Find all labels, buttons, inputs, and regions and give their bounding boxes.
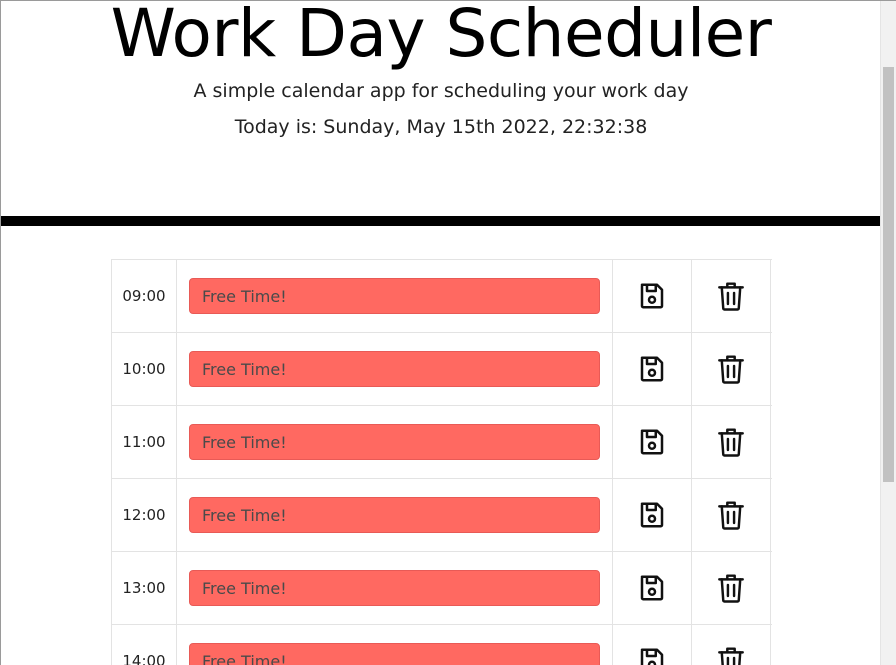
floppy-disk-icon — [640, 356, 664, 382]
vertical-scrollbar[interactable] — [880, 1, 896, 665]
delete-cell — [692, 625, 771, 665]
page-header: Work Day Scheduler A simple calendar app… — [1, 1, 881, 227]
browser-viewport: Work Day Scheduler A simple calendar app… — [0, 0, 896, 665]
task-cell — [177, 479, 613, 551]
save-cell — [613, 552, 692, 624]
task-input[interactable] — [189, 278, 600, 314]
schedule-row: 11:00 — [112, 406, 772, 479]
page-title: Work Day Scheduler — [110, 1, 772, 72]
floppy-disk-icon — [640, 283, 664, 309]
floppy-disk-icon — [640, 575, 664, 601]
save-cell — [613, 479, 692, 551]
header-divider — [1, 216, 881, 226]
save-cell — [613, 260, 692, 332]
delete-button[interactable] — [711, 276, 751, 316]
task-cell — [177, 406, 613, 478]
floppy-disk-icon — [640, 648, 664, 665]
delete-button[interactable] — [711, 349, 751, 389]
trash-can-icon — [718, 501, 744, 530]
task-input[interactable] — [189, 497, 600, 533]
save-button[interactable] — [632, 422, 672, 462]
floppy-disk-icon — [640, 429, 664, 455]
save-button[interactable] — [632, 495, 672, 535]
save-cell — [613, 625, 692, 665]
hour-label: 10:00 — [112, 333, 177, 405]
schedule-row: 13:00 — [112, 552, 772, 625]
schedule-table: 09:00 Free Time! 10:00 Free Time! 11:00 … — [111, 259, 772, 665]
delete-cell — [692, 260, 771, 332]
task-input[interactable] — [189, 424, 600, 460]
trash-can-icon — [718, 574, 744, 603]
trash-can-icon — [718, 647, 744, 665]
delete-button[interactable] — [711, 568, 751, 608]
delete-cell — [692, 333, 771, 405]
delete-cell — [692, 406, 771, 478]
task-cell — [177, 625, 613, 665]
save-cell — [613, 333, 692, 405]
save-button[interactable] — [632, 349, 672, 389]
hour-label: 11:00 — [112, 406, 177, 478]
trash-can-icon — [718, 428, 744, 457]
task-input[interactable] — [189, 570, 600, 606]
task-cell — [177, 333, 613, 405]
schedule-row: 09:00 — [112, 260, 772, 333]
schedule-row: 10:00 — [112, 333, 772, 406]
trash-can-icon — [718, 282, 744, 311]
delete-button[interactable] — [711, 422, 751, 462]
delete-cell — [692, 479, 771, 551]
task-cell — [177, 552, 613, 624]
save-cell — [613, 406, 692, 478]
schedule-row: 14:00 — [112, 625, 772, 665]
schedule-row: 12:00 — [112, 479, 772, 552]
task-input[interactable] — [189, 643, 600, 665]
task-cell — [177, 260, 613, 332]
page-subtitle: A simple calendar app for scheduling you… — [193, 80, 689, 102]
delete-cell — [692, 552, 771, 624]
save-button[interactable] — [632, 568, 672, 608]
floppy-disk-icon — [640, 502, 664, 528]
hour-label: 09:00 — [112, 260, 177, 332]
task-input[interactable] — [189, 351, 600, 387]
scrollbar-thumb[interactable] — [883, 67, 894, 482]
save-button[interactable] — [632, 276, 672, 316]
hour-label: 14:00 — [112, 625, 177, 665]
delete-button[interactable] — [711, 495, 751, 535]
hour-label: 13:00 — [112, 552, 177, 624]
save-button[interactable] — [632, 641, 672, 665]
delete-button[interactable] — [711, 641, 751, 665]
hour-label: 12:00 — [112, 479, 177, 551]
current-date: Today is: Sunday, May 15th 2022, 22:32:3… — [234, 116, 648, 138]
trash-can-icon — [718, 355, 744, 384]
page: Work Day Scheduler A simple calendar app… — [1, 1, 881, 665]
